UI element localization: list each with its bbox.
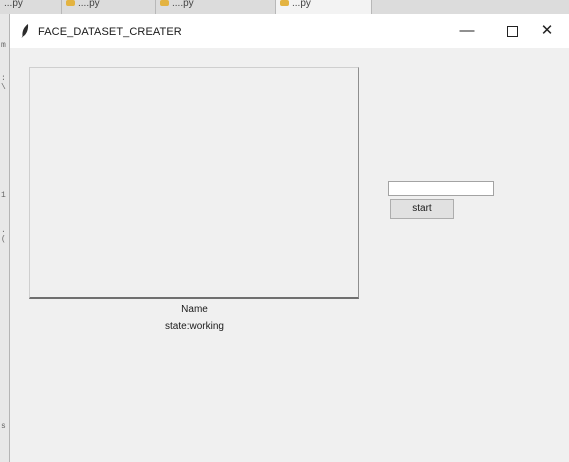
minimize-icon: —: [459, 22, 475, 39]
python-file-icon: [66, 0, 75, 7]
name-label: Name: [181, 304, 208, 315]
minimize-button[interactable]: —: [444, 14, 490, 48]
close-button[interactable]: ✕: [524, 14, 569, 48]
state-label: state:working: [165, 321, 224, 332]
start-button[interactable]: start: [390, 199, 454, 219]
name-input[interactable]: [388, 181, 494, 196]
editor-tab-2[interactable]: ....py: [62, 0, 156, 14]
app-window: FACE_DATASET_CREATER — ✕ Name state:work…: [9, 14, 569, 462]
maximize-icon: [507, 26, 518, 37]
python-file-icon: [160, 0, 169, 7]
window-title: FACE_DATASET_CREATER: [38, 26, 182, 38]
python-file-icon: [280, 0, 289, 7]
editor-tab-3[interactable]: ....py: [156, 0, 276, 14]
editor-tab-4[interactable]: ...py: [276, 0, 372, 14]
video-canvas: [29, 67, 359, 299]
close-icon: ✕: [540, 22, 554, 39]
feather-icon: [21, 24, 29, 38]
title-bar[interactable]: FACE_DATASET_CREATER — ✕: [10, 14, 569, 48]
background-editor-tabs: ...py ....py ....py ...py: [0, 0, 569, 15]
editor-tab-1[interactable]: ...py: [0, 0, 62, 14]
